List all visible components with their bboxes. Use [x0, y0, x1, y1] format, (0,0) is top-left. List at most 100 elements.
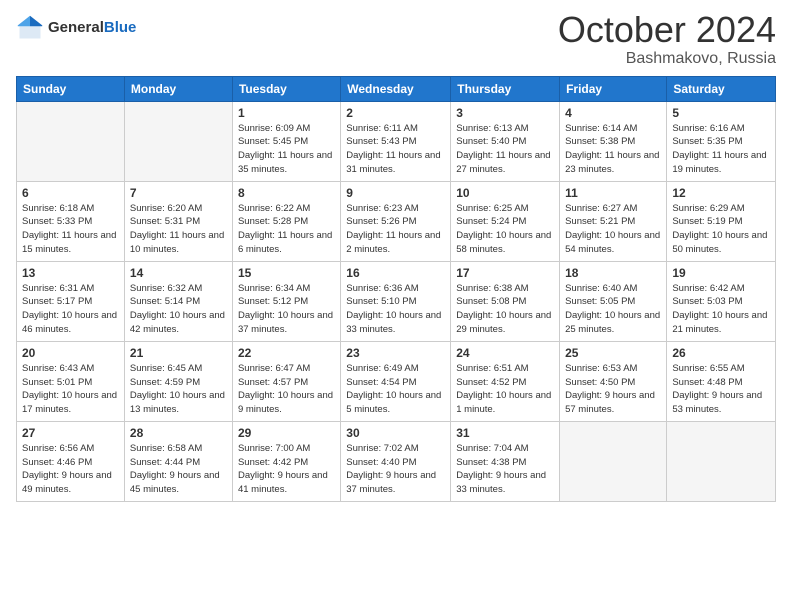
day-info: Sunrise: 6:14 AMSunset: 5:38 PMDaylight:…	[565, 122, 661, 177]
sunset-text: Sunset: 4:52 PM	[456, 376, 554, 390]
daylight-text: Daylight: 9 hours and 53 minutes.	[672, 389, 770, 417]
day-number: 4	[565, 106, 661, 120]
sunset-text: Sunset: 4:54 PM	[346, 376, 445, 390]
day-number: 10	[456, 186, 554, 200]
day-info: Sunrise: 6:36 AMSunset: 5:10 PMDaylight:…	[346, 282, 445, 337]
calendar-cell: 23Sunrise: 6:49 AMSunset: 4:54 PMDayligh…	[341, 341, 451, 421]
daylight-text: Daylight: 9 hours and 37 minutes.	[346, 469, 445, 497]
col-thursday: Thursday	[451, 76, 560, 101]
day-number: 5	[672, 106, 770, 120]
calendar-cell: 14 Sunrise: 6:32 AMSunset: 5:14 PMDayligh…	[124, 261, 232, 341]
calendar-cell: 2Sunrise: 6:11 AMSunset: 5:43 PMDaylight…	[341, 101, 451, 181]
calendar-cell: 24Sunrise: 6:51 AMSunset: 4:52 PMDayligh…	[451, 341, 560, 421]
logo-text: GeneralBlue	[48, 19, 136, 36]
sunrise-text: Sunrise: 6:53 AM	[565, 362, 661, 376]
day-info: Sunrise: 6:49 AMSunset: 4:54 PMDaylight:…	[346, 362, 445, 417]
day-number: 7	[130, 186, 227, 200]
sunrise-text: Sunrise: 6:22 AM	[238, 202, 335, 216]
calendar-week-row-1: 1Sunrise: 6:09 AMSunset: 5:45 PMDaylight…	[17, 101, 776, 181]
day-number: 26	[672, 346, 770, 360]
sunset-text: Sunset: 4:48 PM	[672, 376, 770, 390]
sunrise-text: Sunrise: 6:34 AM	[238, 282, 335, 296]
day-info: Sunrise: 6:32 AMSunset: 5:14 PMDaylight:…	[130, 282, 227, 337]
calendar-cell: 4 Sunrise: 6:14 AMSunset: 5:38 PMDaylight…	[560, 101, 667, 181]
day-info: Sunrise: 6:11 AMSunset: 5:43 PMDaylight:…	[346, 122, 445, 177]
day-info: Sunrise: 6:47 AMSunset: 4:57 PMDaylight:…	[238, 362, 335, 417]
sunset-text: Sunset: 4:40 PM	[346, 456, 445, 470]
calendar-week-row-2: 6Sunrise: 6:18 AMSunset: 5:33 PMDaylight…	[17, 181, 776, 261]
main-title: October 2024	[558, 10, 776, 50]
calendar-week-row-5: 27Sunrise: 6:56 AMSunset: 4:46 PMDayligh…	[17, 421, 776, 501]
sunset-text: Sunset: 5:43 PM	[346, 135, 445, 149]
calendar-cell: 20Sunrise: 6:43 AMSunset: 5:01 PMDayligh…	[17, 341, 125, 421]
calendar-cell: 12Sunrise: 6:29 AMSunset: 5:19 PMDayligh…	[667, 181, 776, 261]
calendar-cell: 29Sunrise: 7:00 AMSunset: 4:42 PMDayligh…	[232, 421, 340, 501]
sunrise-text: Sunrise: 6:45 AM	[130, 362, 227, 376]
calendar-cell: 26Sunrise: 6:55 AMSunset: 4:48 PMDayligh…	[667, 341, 776, 421]
day-info: Sunrise: 6:56 AMSunset: 4:46 PMDaylight:…	[22, 442, 119, 497]
day-number: 14	[130, 266, 227, 280]
col-tuesday: Tuesday	[232, 76, 340, 101]
day-number: 16	[346, 266, 445, 280]
day-info: Sunrise: 7:00 AMSunset: 4:42 PMDaylight:…	[238, 442, 335, 497]
calendar-cell: 19Sunrise: 6:42 AMSunset: 5:03 PMDayligh…	[667, 261, 776, 341]
day-info: Sunrise: 6:25 AMSunset: 5:24 PMDaylight:…	[456, 202, 554, 257]
sunset-text: Sunset: 5:17 PM	[22, 295, 119, 309]
daylight-text: Daylight: 11 hours and 31 minutes.	[346, 149, 445, 177]
day-info: Sunrise: 6:22 AMSunset: 5:28 PMDaylight:…	[238, 202, 335, 257]
calendar-cell: 30 Sunrise: 7:02 AMSunset: 4:40 PMDayligh…	[341, 421, 451, 501]
day-info: Sunrise: 6:09 AMSunset: 5:45 PMDaylight:…	[238, 122, 335, 177]
sunrise-text: Sunrise: 6:58 AM	[130, 442, 227, 456]
daylight-text: Daylight: 10 hours and 37 minutes.	[238, 309, 335, 337]
day-info: Sunrise: 6:42 AMSunset: 5:03 PMDaylight:…	[672, 282, 770, 337]
day-number: 3	[456, 106, 554, 120]
daylight-text: Daylight: 11 hours and 15 minutes.	[22, 229, 119, 257]
sunrise-text: Sunrise: 6:13 AM	[456, 122, 554, 136]
day-number: 17	[456, 266, 554, 280]
sunrise-text: Sunrise: 6:38 AM	[456, 282, 554, 296]
sunset-text: Sunset: 5:21 PM	[565, 215, 661, 229]
sunset-text: Sunset: 4:38 PM	[456, 456, 554, 470]
calendar-cell: 22Sunrise: 6:47 AMSunset: 4:57 PMDayligh…	[232, 341, 340, 421]
sunset-text: Sunset: 5:01 PM	[22, 376, 119, 390]
day-number: 15	[238, 266, 335, 280]
col-monday: Monday	[124, 76, 232, 101]
calendar-cell: 8Sunrise: 6:22 AMSunset: 5:28 PMDaylight…	[232, 181, 340, 261]
daylight-text: Daylight: 10 hours and 29 minutes.	[456, 309, 554, 337]
day-info: Sunrise: 6:34 AMSunset: 5:12 PMDaylight:…	[238, 282, 335, 337]
day-info: Sunrise: 6:20 AMSunset: 5:31 PMDaylight:…	[130, 202, 227, 257]
day-info: Sunrise: 7:02 AMSunset: 4:40 PMDaylight:…	[346, 442, 445, 497]
day-info: Sunrise: 6:45 AMSunset: 4:59 PMDaylight:…	[130, 362, 227, 417]
daylight-text: Daylight: 11 hours and 35 minutes.	[238, 149, 335, 177]
calendar-cell: 25Sunrise: 6:53 AMSunset: 4:50 PMDayligh…	[560, 341, 667, 421]
calendar-cell: 1Sunrise: 6:09 AMSunset: 5:45 PMDaylight…	[232, 101, 340, 181]
col-wednesday: Wednesday	[341, 76, 451, 101]
calendar-cell: 18 Sunrise: 6:40 AMSunset: 5:05 PMDayligh…	[560, 261, 667, 341]
daylight-text: Daylight: 9 hours and 33 minutes.	[456, 469, 554, 497]
day-number: 25	[565, 346, 661, 360]
day-number: 11	[565, 186, 661, 200]
daylight-text: Daylight: 11 hours and 2 minutes.	[346, 229, 445, 257]
sunset-text: Sunset: 5:10 PM	[346, 295, 445, 309]
sunset-text: Sunset: 5:33 PM	[22, 215, 119, 229]
daylight-text: Daylight: 10 hours and 25 minutes.	[565, 309, 661, 337]
calendar-cell: 21 Sunrise: 6:45 AMSunset: 4:59 PMDayligh…	[124, 341, 232, 421]
sunset-text: Sunset: 5:05 PM	[565, 295, 661, 309]
day-info: Sunrise: 6:13 AMSunset: 5:40 PMDaylight:…	[456, 122, 554, 177]
day-number: 6	[22, 186, 119, 200]
sunset-text: Sunset: 5:28 PM	[238, 215, 335, 229]
sunrise-text: Sunrise: 6:09 AM	[238, 122, 335, 136]
calendar-cell	[667, 421, 776, 501]
sunrise-text: Sunrise: 7:02 AM	[346, 442, 445, 456]
calendar-cell	[560, 421, 667, 501]
day-number: 21	[130, 346, 227, 360]
sunrise-text: Sunrise: 6:40 AM	[565, 282, 661, 296]
day-number: 18	[565, 266, 661, 280]
sunset-text: Sunset: 5:31 PM	[130, 215, 227, 229]
sunset-text: Sunset: 4:59 PM	[130, 376, 227, 390]
day-info: Sunrise: 6:29 AMSunset: 5:19 PMDaylight:…	[672, 202, 770, 257]
sunrise-text: Sunrise: 7:04 AM	[456, 442, 554, 456]
day-number: 30	[346, 426, 445, 440]
sunrise-text: Sunrise: 6:43 AM	[22, 362, 119, 376]
day-info: Sunrise: 7:04 AMSunset: 4:38 PMDaylight:…	[456, 442, 554, 497]
